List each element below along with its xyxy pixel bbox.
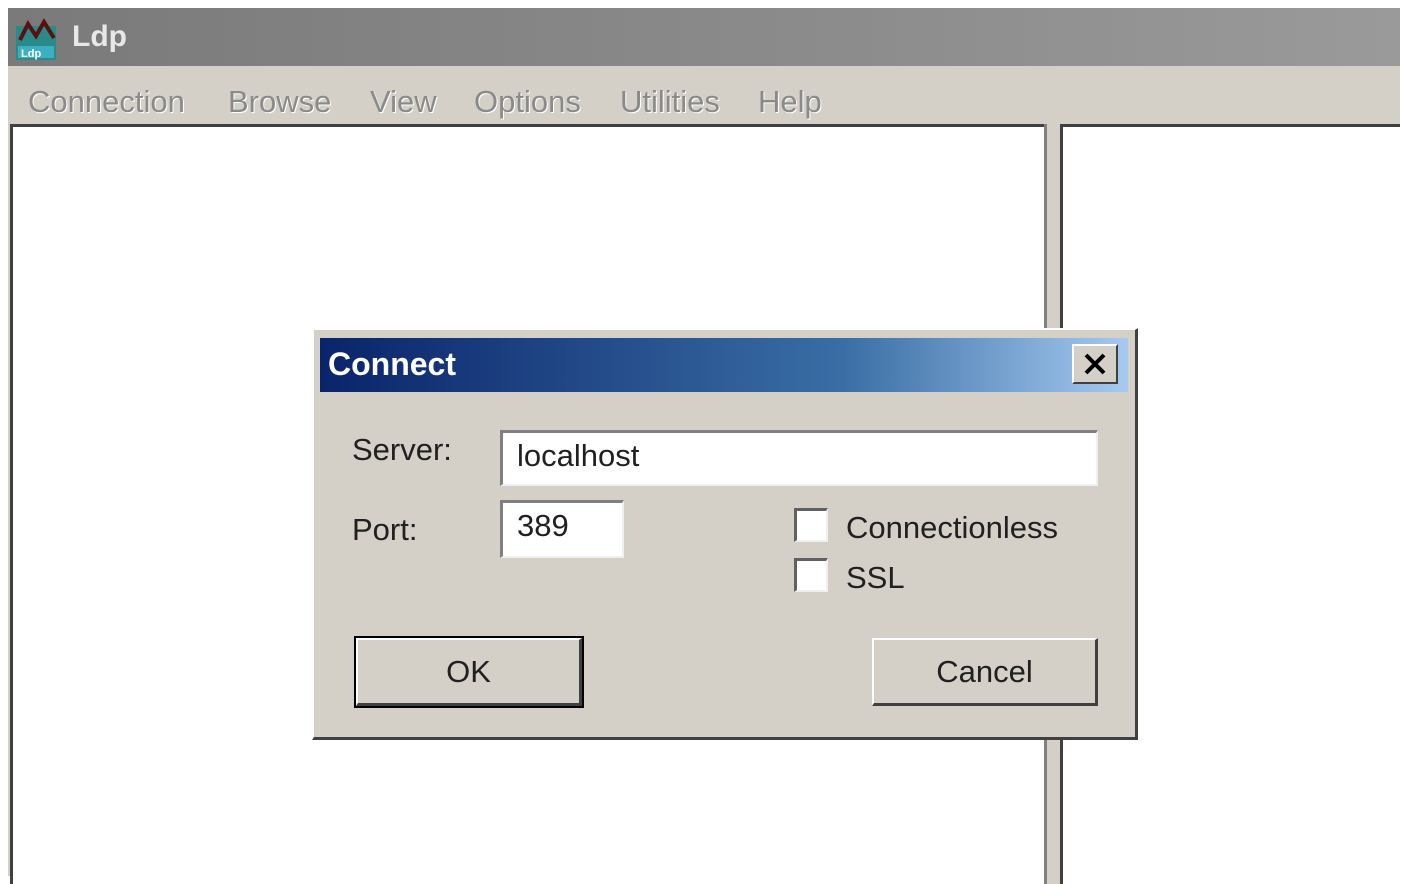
menu-bar: Connection Browse View Options Utilities… bbox=[8, 66, 1400, 130]
port-label: Port: bbox=[352, 512, 418, 547]
connect-dialog: Connect Server: localhost Port: 389 Conn… bbox=[312, 328, 1138, 740]
app-title: Ldp bbox=[72, 20, 127, 53]
port-input[interactable]: 389 bbox=[500, 500, 624, 558]
connectionless-label[interactable]: Connectionless bbox=[846, 510, 1058, 546]
ldp-app-icon[interactable]: Ldp bbox=[14, 18, 60, 62]
close-button[interactable] bbox=[1072, 344, 1118, 384]
menu-connection[interactable]: Connection bbox=[28, 84, 185, 120]
menu-browse[interactable]: Browse bbox=[228, 84, 331, 120]
menu-utilities[interactable]: Utilities bbox=[620, 84, 720, 120]
menu-options[interactable]: Options bbox=[474, 84, 581, 120]
ssl-checkbox[interactable] bbox=[794, 558, 828, 592]
ok-button[interactable]: OK bbox=[354, 636, 584, 708]
ssl-label[interactable]: SSL bbox=[846, 560, 905, 596]
menu-help[interactable]: Help bbox=[758, 84, 822, 120]
server-label: Server: bbox=[352, 432, 452, 467]
connectionless-checkbox[interactable] bbox=[794, 508, 828, 542]
cancel-button[interactable]: Cancel bbox=[872, 638, 1098, 706]
dialog-titlebar[interactable]: Connect bbox=[320, 338, 1128, 392]
server-input[interactable]: localhost bbox=[500, 430, 1098, 486]
menu-view[interactable]: View bbox=[370, 84, 437, 120]
dialog-title: Connect bbox=[328, 346, 456, 382]
window-titlebar[interactable]: Ldp Ldp bbox=[8, 8, 1400, 66]
close-icon bbox=[1084, 353, 1106, 375]
svg-text:Ldp: Ldp bbox=[21, 48, 41, 60]
